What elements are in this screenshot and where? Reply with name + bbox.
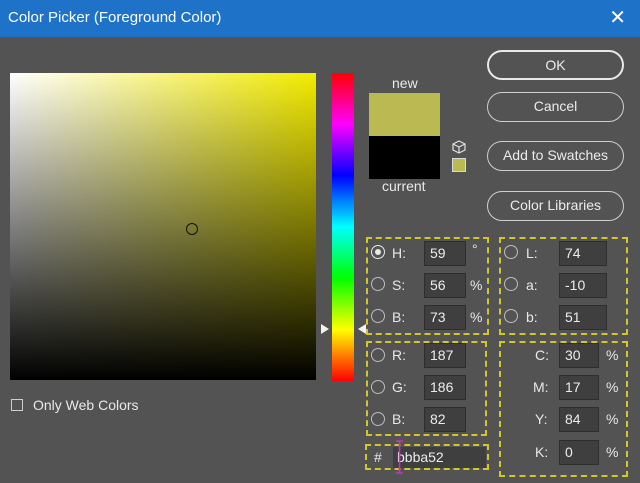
l-radio[interactable] <box>504 245 518 259</box>
close-icon[interactable]: ✕ <box>609 6 626 30</box>
cube-icon[interactable] <box>452 140 466 154</box>
r-label: R: <box>392 347 406 363</box>
lab-b-label: b: <box>526 309 538 325</box>
brightness-input[interactable]: 73 <box>424 305 466 330</box>
k-unit: % <box>606 444 619 460</box>
c-input[interactable]: 30 <box>559 343 599 368</box>
s-label: S: <box>392 277 406 293</box>
brightness-radio[interactable] <box>371 309 385 323</box>
new-color-swatch <box>369 93 440 136</box>
lab-b-radio[interactable] <box>504 309 518 323</box>
m-unit: % <box>606 379 619 395</box>
color-field[interactable] <box>10 73 316 380</box>
hex-input[interactable]: bbba52 <box>393 447 486 468</box>
h-unit: ° <box>472 241 478 257</box>
y-input[interactable]: 84 <box>559 407 599 432</box>
h-label: H: <box>392 245 406 261</box>
hue-slider[interactable] <box>332 73 354 381</box>
title-bar: Color Picker (Foreground Color) ✕ <box>0 0 640 37</box>
g-input[interactable]: 186 <box>424 375 466 400</box>
blue-input[interactable]: 82 <box>424 407 466 432</box>
text-cursor-icon <box>396 440 403 474</box>
cancel-button[interactable]: Cancel <box>487 92 624 122</box>
blue-label: B: <box>392 411 406 427</box>
a-input[interactable]: -10 <box>559 273 607 298</box>
add-to-swatches-button[interactable]: Add to Swatches <box>487 141 624 171</box>
hue-slider-handle-left[interactable] <box>321 324 329 334</box>
r-input[interactable]: 187 <box>424 343 466 368</box>
window-title: Color Picker (Foreground Color) <box>8 9 222 26</box>
only-web-colors-label: Only Web Colors <box>33 397 139 413</box>
g-label: G: <box>392 379 407 395</box>
color-libraries-button[interactable]: Color Libraries <box>487 191 624 221</box>
lab-b-input[interactable]: 51 <box>559 305 607 330</box>
color-picker-circle[interactable] <box>186 223 198 235</box>
r-radio[interactable] <box>371 348 385 362</box>
current-color-label: current <box>382 178 426 194</box>
new-color-label: new <box>392 75 418 91</box>
m-label: M: <box>533 379 549 395</box>
s-radio[interactable] <box>371 277 385 291</box>
g-radio[interactable] <box>371 380 385 394</box>
h-input[interactable]: 59 <box>424 241 466 266</box>
l-label: L: <box>526 245 538 261</box>
y-unit: % <box>606 411 619 427</box>
only-web-colors-checkbox[interactable] <box>11 399 23 411</box>
blue-radio[interactable] <box>371 412 385 426</box>
m-input[interactable]: 17 <box>559 375 599 400</box>
hex-hash-label: # <box>374 449 382 465</box>
s-input[interactable]: 56 <box>424 273 466 298</box>
brightness-label: B: <box>392 309 406 325</box>
k-input[interactable]: 0 <box>559 440 599 465</box>
brightness-unit: % <box>470 309 483 325</box>
h-radio[interactable] <box>371 245 385 259</box>
ok-button[interactable]: OK <box>487 50 624 80</box>
c-label: C: <box>535 347 549 363</box>
l-input[interactable]: 74 <box>559 241 607 266</box>
a-label: a: <box>526 277 538 293</box>
web-safe-swatch[interactable] <box>452 158 466 172</box>
c-unit: % <box>606 347 619 363</box>
s-unit: % <box>470 277 483 293</box>
k-label: K: <box>535 444 549 460</box>
a-radio[interactable] <box>504 277 518 291</box>
y-label: Y: <box>535 411 548 427</box>
current-color-swatch[interactable] <box>369 136 440 179</box>
hue-slider-handle-right[interactable] <box>358 324 366 334</box>
